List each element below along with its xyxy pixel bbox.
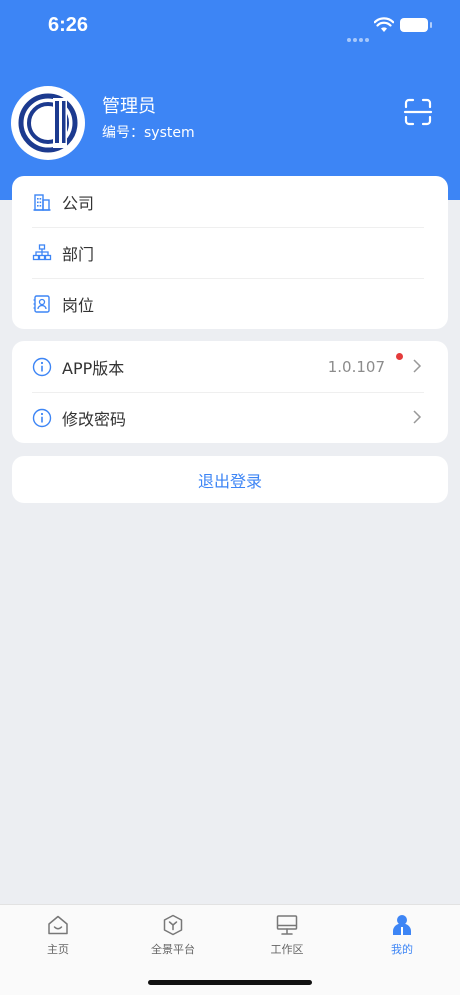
status-time: 6:26 (48, 14, 89, 36)
building-icon (32, 192, 52, 212)
menu-item-position[interactable]: 岗位 (12, 278, 448, 329)
home-icon (8, 913, 108, 937)
menu-item-company[interactable]: 公司 (12, 176, 448, 227)
profile-header: 6:26 管理员 编号：system (0, 0, 460, 200)
tab-panorama[interactable]: 全景平台 (123, 913, 223, 957)
cube-icon (123, 913, 223, 937)
company-logo (18, 93, 78, 153)
battery-icon (400, 18, 432, 32)
home-indicator (148, 980, 312, 985)
status-bar: 6:26 (0, 0, 460, 52)
menu-item-app-version[interactable]: APP版本 1.0.107 (12, 341, 448, 392)
signal-icon (347, 27, 371, 46)
org-chart-icon (32, 243, 52, 263)
scan-icon (403, 98, 433, 126)
wifi-icon (373, 17, 395, 37)
menu-item-label: 部门 (62, 244, 95, 264)
menu-item-label: 公司 (62, 193, 95, 213)
menu-item-label: 修改密码 (62, 409, 127, 429)
chevron-right-icon (412, 409, 422, 429)
user-icon (352, 913, 452, 937)
tab-label: 我的 (391, 943, 413, 956)
id-card-icon (32, 294, 52, 314)
menu-item-department[interactable]: 部门 (12, 227, 448, 278)
settings-menu-card: APP版本 1.0.107 修改密码 (12, 341, 448, 443)
user-name: 管理员 (102, 96, 156, 117)
tab-home[interactable]: 主页 (8, 913, 108, 957)
desktop-icon (237, 913, 337, 937)
avatar[interactable] (11, 86, 85, 160)
menu-item-change-password[interactable]: 修改密码 (12, 392, 448, 443)
tab-label: 工作区 (270, 943, 304, 956)
scan-button[interactable] (402, 96, 434, 128)
user-id: 编号：system (102, 125, 195, 141)
tab-workspace[interactable]: 工作区 (237, 913, 337, 957)
tab-label: 全景平台 (151, 943, 195, 956)
update-badge (396, 353, 403, 360)
tab-label: 主页 (47, 943, 69, 956)
info-icon (32, 408, 52, 428)
menu-item-label: APP版本 (62, 358, 125, 378)
chevron-right-icon (412, 358, 422, 378)
menu-item-label: 岗位 (62, 295, 95, 315)
org-menu-card: 公司 部门 岗位 (12, 176, 448, 329)
info-icon (32, 357, 52, 377)
logout-button[interactable]: 退出登录 (12, 456, 448, 503)
app-version-value: 1.0.107 (327, 357, 385, 376)
tab-mine[interactable]: 我的 (352, 913, 452, 957)
